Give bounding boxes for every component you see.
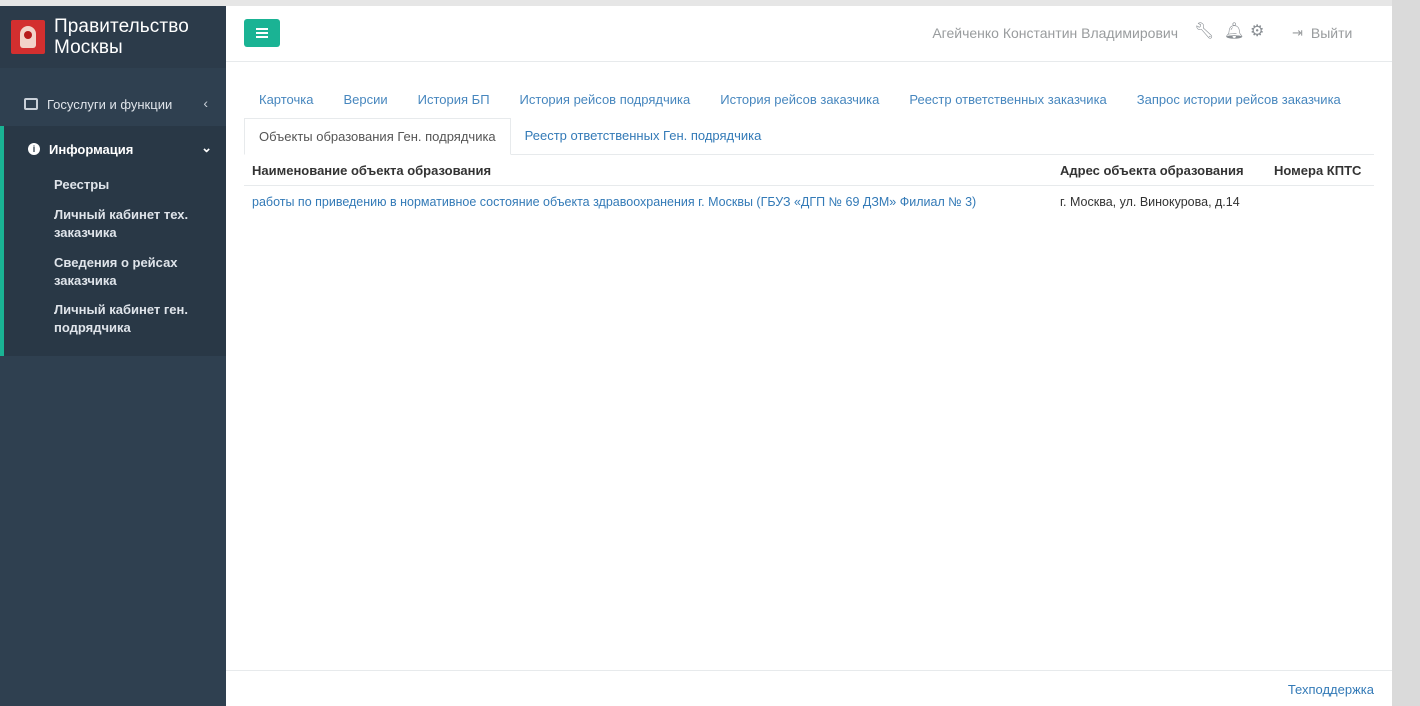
tab-customer-trips-history[interactable]: История рейсов заказчика [705,86,894,112]
wrench-icon[interactable]: 🔧︎ [1194,23,1214,41]
chevron-left-icon: ‹ [203,95,208,111]
user-name: Агейченко Константин Владимирович [932,25,1178,41]
column-header-address[interactable]: Адрес объекта образования [1052,163,1266,178]
table-header: Наименование объекта образования Адрес о… [244,156,1374,186]
column-header-name[interactable]: Наименование объекта образования [244,163,1052,178]
tab-customer-trips-history-request[interactable]: Запрос истории рейсов заказчика [1122,86,1356,112]
table-row: работы по приведению в нормативное состо… [244,186,1374,218]
sidebar-subitem-registries[interactable]: Реестры [54,176,204,194]
sidebar-item-label: Информация [49,141,134,157]
tab-customer-responsible-registry[interactable]: Реестр ответственных заказчика [894,86,1121,112]
objects-table: Наименование объекта образования Адрес о… [244,156,1374,218]
right-gutter [1392,0,1420,706]
brand-header[interactable]: Правительство Москвы [0,6,226,68]
top-navbar: Агейченко Константин Владимирович 🔧︎ 🔔︎ … [226,6,1392,62]
footer: Техподдержка [226,670,1392,706]
tab-card[interactable]: Карточка [244,86,328,112]
moscow-coat-of-arms-icon [11,20,45,54]
tab-gen-contractor-responsible-registry[interactable]: Реестр ответственных Ген. подрядчика [511,118,776,154]
tab-bp-history[interactable]: История БП [403,86,505,112]
sidebar-item-information[interactable]: i Информация ⌄ [4,138,226,160]
chevron-down-icon: ⌄ [201,140,212,155]
support-link[interactable]: Техподдержка [1288,682,1374,697]
tab-versions[interactable]: Версии [328,86,402,112]
sidebar-subitem-gen-contractor-cabinet[interactable]: Личный кабинет ген. подрядчика [54,301,204,337]
brand-title: Правительство Москвы [54,16,189,58]
column-header-kpts[interactable]: Номера КПТС [1266,163,1374,178]
app-window: Правительство Москвы Госуслуги и функции… [0,0,1420,706]
sidebar-item-label: Госуслуги и функции [47,96,173,112]
info-icon: i [28,143,40,155]
sidebar: Правительство Москвы Госуслуги и функции… [0,6,226,706]
tab-gen-contractor-education-objects[interactable]: Объекты образования Ген. подрядчика [244,118,511,155]
edit-icon [24,98,38,110]
sign-out-icon: ⇥ [1292,25,1303,40]
gears-icon[interactable]: ⚙ [1250,23,1264,41]
object-name-link[interactable]: работы по приведению в нормативное состо… [244,195,1052,209]
bell-icon[interactable]: 🔔︎ [1224,23,1244,41]
sidebar-section-info: i Информация ⌄ Реестры Личный кабинет те… [0,126,226,356]
logout-label: Выйти [1310,25,1353,41]
menu-toggle-button[interactable] [244,19,280,47]
sidebar-subitem-customer-trips[interactable]: Сведения о рейсах заказчика [54,254,204,290]
tab-contractor-trips-history[interactable]: История рейсов подрядчика [505,86,706,112]
main-content: Агейченко Константин Владимирович 🔧︎ 🔔︎ … [226,6,1392,706]
sidebar-subitem-tech-customer-cabinet[interactable]: Личный кабинет тех. заказчика [54,206,204,242]
sidebar-item-gosuslugi[interactable]: Госуслуги и функции ‹ [0,90,226,118]
tabs-row-secondary: Объекты образования Ген. подрядчика Реес… [244,118,1374,155]
tabs-row-primary: Карточка Версии История БП История рейсо… [244,86,1356,112]
logout-button[interactable]: ⇥ Выйти [1292,25,1352,41]
object-address: г. Москва, ул. Винокурова, д.14 [1060,195,1240,209]
